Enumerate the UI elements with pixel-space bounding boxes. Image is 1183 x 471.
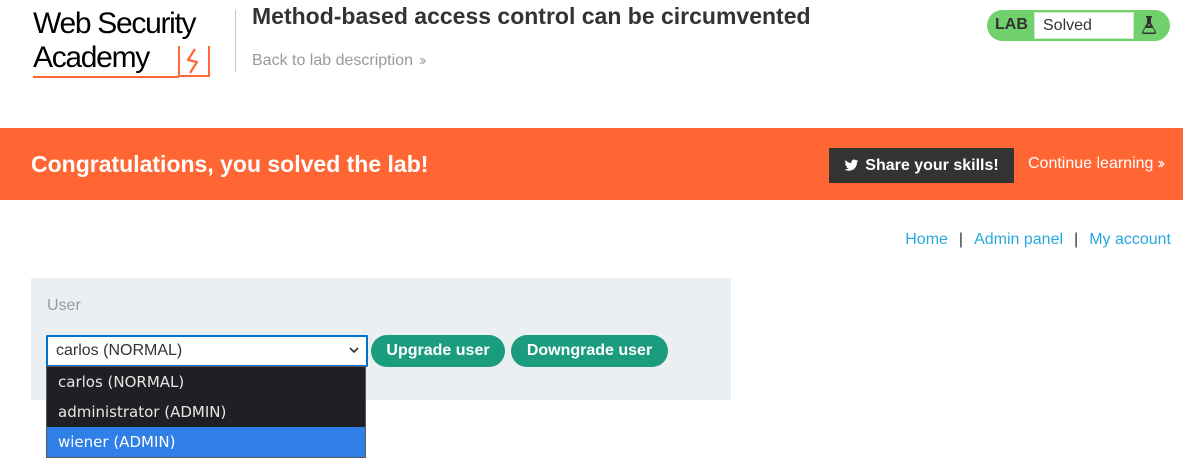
header-divider (235, 10, 236, 72)
lab-status-widget: LAB Solved (987, 10, 1170, 41)
nav-admin-panel-link[interactable]: Admin panel (974, 231, 1063, 249)
back-link-label: Back to lab description (252, 52, 413, 69)
back-to-lab-link[interactable]: Back to lab description ›› (252, 52, 426, 70)
twitter-icon (844, 159, 859, 171)
solved-banner: Congratulations, you solved the lab! Sha… (0, 128, 1183, 200)
double-chevron-right-icon: ›› (1157, 155, 1164, 172)
user-option-wiener[interactable]: wiener (ADMIN) (47, 427, 365, 457)
logo[interactable]: Web Security Academy (33, 8, 233, 80)
nav-separator: | (958, 231, 964, 248)
flask-icon (1141, 16, 1157, 34)
status-value: Solved (1043, 17, 1092, 34)
chevron-down-icon (349, 347, 359, 354)
user-select-dropdown: carlos (NORMAL) administrator (ADMIN) wi… (46, 366, 366, 458)
lab-title: Method-based access control can be circu… (252, 3, 811, 29)
upgrade-user-button[interactable]: Upgrade user (371, 335, 505, 367)
user-option-administrator[interactable]: administrator (ADMIN) (47, 397, 365, 427)
logo-underline (33, 76, 179, 78)
logo-line1: Web Security (33, 7, 197, 40)
user-select[interactable]: carlos (NORMAL) (46, 335, 368, 367)
nav-separator: | (1074, 231, 1079, 248)
status-value-box: Solved (1034, 12, 1134, 39)
status-badge: LAB (995, 16, 1028, 33)
logo-mark-icon (178, 46, 210, 77)
page-header: Web Security Academy Method-based access… (0, 0, 1183, 128)
nav-home-link[interactable]: Home (905, 231, 948, 249)
share-skills-button[interactable]: Share your skills! (829, 148, 1014, 183)
logo-line2: Academy (33, 41, 150, 74)
top-navigation: Home | Admin panel | My account (905, 231, 1171, 249)
continue-link-label: Continue learning (1028, 155, 1154, 172)
continue-learning-link[interactable]: Continue learning ›› (1028, 155, 1165, 173)
double-chevron-right-icon: ›› (418, 52, 426, 69)
banner-message: Congratulations, you solved the lab! (31, 151, 429, 177)
user-option-carlos[interactable]: carlos (NORMAL) (47, 367, 365, 397)
downgrade-user-button[interactable]: Downgrade user (511, 335, 668, 367)
nav-my-account-link[interactable]: My account (1089, 231, 1171, 249)
user-select-value: carlos (NORMAL) (56, 342, 183, 359)
user-field-label: User (47, 297, 81, 314)
share-button-label: Share your skills! (865, 156, 999, 174)
